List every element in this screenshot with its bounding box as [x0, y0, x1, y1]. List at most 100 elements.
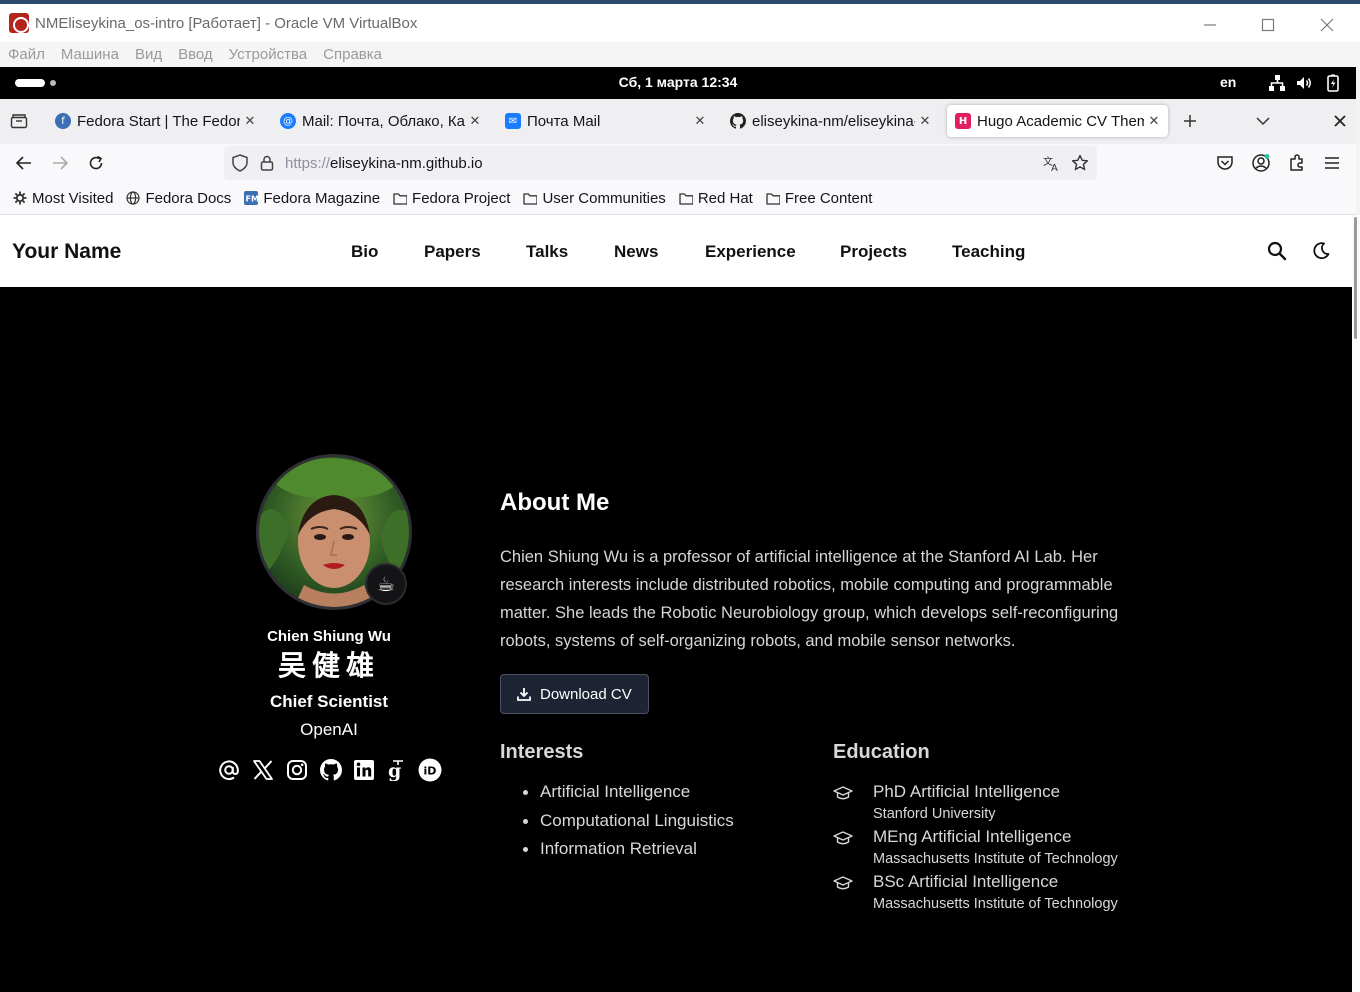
reload-button[interactable]	[84, 151, 108, 175]
site-header: Your Name Bio Papers Talks News Experien…	[0, 215, 1352, 287]
tab-label: eliseykina-nm/eliseykina-	[752, 112, 915, 130]
nav-projects[interactable]: Projects	[840, 242, 907, 262]
interest-item: Information Retrieval	[523, 839, 697, 858]
network-icon[interactable]	[1267, 73, 1287, 93]
firefox-view-icon	[10, 114, 28, 129]
search-icon[interactable]	[1265, 239, 1289, 263]
vbox-menubar: Файл Машина Вид Ввод Устройства Справка	[0, 42, 1360, 67]
list-all-tabs-button[interactable]	[1249, 107, 1277, 135]
tab-fedora-start[interactable]: f Fedora Start | The Fedora ✕	[47, 105, 264, 137]
nav-experience[interactable]: Experience	[705, 242, 796, 262]
github-icon[interactable]	[319, 758, 343, 782]
menu-machine[interactable]: Машина	[61, 46, 119, 63]
tab-close-icon[interactable]: ✕	[465, 114, 485, 129]
arrow-right-icon	[53, 156, 68, 170]
tab-close-icon[interactable]: ✕	[915, 114, 935, 129]
menu-file[interactable]: Файл	[8, 46, 45, 63]
bookmark-fedora-docs[interactable]: Fedora Docs	[126, 190, 231, 207]
tab-label: Hugo Academic CV Theme	[977, 112, 1144, 130]
moon-icon[interactable]	[1309, 239, 1333, 263]
graduation-cap-icon	[833, 876, 853, 890]
github-icon	[730, 113, 746, 129]
back-button[interactable]	[12, 151, 36, 175]
hamburger-menu-icon	[1325, 157, 1339, 169]
bookmark-fedora-magazine[interactable]: FM Fedora Magazine	[244, 190, 380, 207]
menu-help[interactable]: Справка	[323, 46, 382, 63]
tab-label: Fedora Start | The Fedora	[77, 112, 240, 130]
download-cv-button[interactable]: Download CV	[500, 674, 649, 714]
battery-icon[interactable]	[1323, 73, 1343, 93]
new-tab-button[interactable]	[1176, 107, 1204, 135]
globe-icon	[126, 191, 141, 205]
bookmark-most-visited[interactable]: Most Visited	[13, 190, 113, 207]
url-bar[interactable]: https://eliseykina-nm.github.io 文A	[224, 146, 1097, 180]
x-icon[interactable]	[251, 758, 275, 782]
maximize-button[interactable]	[1245, 8, 1291, 42]
menu-view[interactable]: Вид	[135, 46, 162, 63]
bookmark-folder-user-communities[interactable]: User Communities	[523, 190, 666, 207]
bookmark-label: Fedora Magazine	[263, 189, 381, 207]
tab-label: Mail: Почта, Облако, Кал	[302, 112, 465, 130]
clock[interactable]: Сб, 1 марта 12:34	[0, 74, 1356, 90]
nav-talks[interactable]: Talks	[526, 242, 568, 262]
instagram-icon[interactable]	[285, 758, 309, 782]
hugo-icon: H	[955, 113, 971, 129]
puzzle-piece-icon	[1290, 154, 1303, 171]
education-institution: Massachusetts Institute of Technology	[873, 896, 1118, 912]
close-browser-button[interactable]	[1326, 107, 1354, 135]
close-window-button[interactable]	[1304, 8, 1350, 42]
app-menu-button[interactable]	[1320, 151, 1344, 175]
orcid-icon[interactable]: iD	[418, 758, 442, 782]
account-button[interactable]	[1249, 151, 1273, 175]
bookmark-label: Fedora Docs	[145, 189, 232, 207]
nav-bio[interactable]: Bio	[351, 242, 378, 262]
window-title: NMEliseykina_os-intro [Работает] - Oracl…	[35, 14, 418, 32]
about-text: Chien Shiung Wu is a professor of artifi…	[500, 548, 1119, 650]
bookmark-folder-free-content[interactable]: Free Content	[766, 190, 872, 207]
mail-envelope-icon: ✉	[505, 113, 521, 129]
google-scholar-icon[interactable]: g	[383, 758, 407, 782]
scrollbar-thumb[interactable]	[1354, 217, 1357, 339]
url-scheme: https://	[285, 155, 331, 172]
page-scrollbar[interactable]	[1352, 215, 1360, 992]
nav-teaching[interactable]: Teaching	[952, 242, 1025, 262]
bookmark-label: Red Hat	[697, 189, 753, 207]
email-icon[interactable]	[217, 758, 241, 782]
pocket-button[interactable]	[1213, 151, 1237, 175]
tab-pochta-mail[interactable]: ✉ Почта Mail ✕	[497, 105, 714, 137]
forward-button[interactable]	[48, 151, 72, 175]
reload-icon	[89, 155, 103, 170]
education-course: PhD Artificial Intelligence	[873, 782, 1061, 801]
tab-close-icon[interactable]: ✕	[690, 114, 710, 129]
linkedin-icon[interactable]	[352, 758, 376, 782]
fedora-magazine-icon: FM	[244, 191, 259, 205]
close-icon	[1334, 115, 1346, 127]
tab-label: Почта Mail	[527, 112, 601, 130]
nav-news[interactable]: News	[614, 242, 658, 262]
profile-role: Chief Scientist	[269, 692, 389, 711]
lock-icon[interactable]	[258, 154, 276, 172]
keyboard-layout[interactable]: en	[1220, 74, 1236, 90]
folder-icon	[679, 191, 693, 205]
tab-github-repo[interactable]: eliseykina-nm/eliseykina- ✕	[722, 105, 939, 137]
tab-mail-ru[interactable]: @ Mail: Почта, Облако, Кал ✕	[272, 105, 489, 137]
nav-papers[interactable]: Papers	[424, 242, 481, 262]
bookmark-star-icon[interactable]	[1071, 154, 1089, 172]
tracking-protection-shield-icon[interactable]	[231, 154, 249, 172]
tab-close-icon[interactable]: ✕	[1144, 114, 1164, 129]
menu-devices[interactable]: Устройства	[229, 46, 307, 63]
translate-icon[interactable]: 文A	[1043, 154, 1061, 172]
extensions-button[interactable]	[1285, 151, 1309, 175]
minimize-button[interactable]	[1187, 8, 1233, 42]
tab-hugo-academic[interactable]: H Hugo Academic CV Theme ✕	[947, 105, 1168, 137]
site-brand[interactable]: Your Name	[12, 240, 121, 264]
virtualbox-icon	[9, 13, 29, 33]
menu-input[interactable]: Ввод	[178, 46, 213, 63]
bookmark-folder-fedora-project[interactable]: Fedora Project	[393, 190, 510, 207]
bookmark-folder-red-hat[interactable]: Red Hat	[679, 190, 753, 207]
url-text[interactable]: https://eliseykina-nm.github.io	[285, 155, 483, 172]
tab-close-icon[interactable]: ✕	[240, 114, 260, 129]
volume-icon[interactable]	[1294, 73, 1314, 93]
firefox-view-button[interactable]	[5, 107, 33, 135]
bookmark-label: Fedora Project	[412, 189, 511, 207]
